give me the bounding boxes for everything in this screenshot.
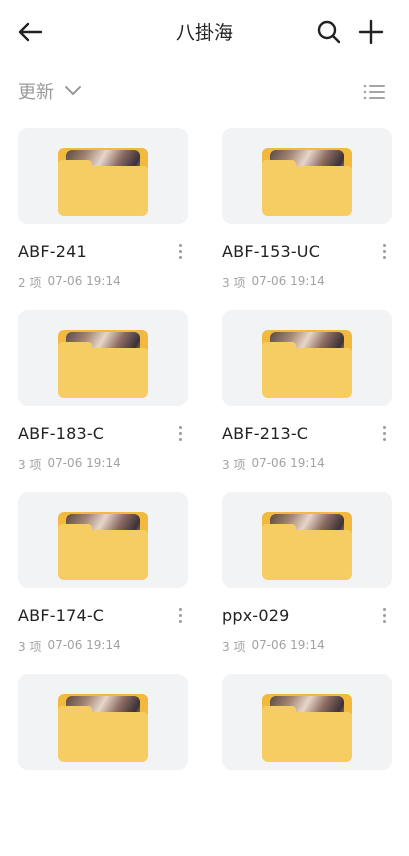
folder-name: ppx-029 [222, 605, 290, 625]
folder-meta: 3 项 07-06 19:14 [18, 638, 121, 655]
folder-name: ABF-241 [18, 241, 87, 261]
folder-item[interactable] [18, 674, 188, 856]
folder-name: ABF-174-C [18, 605, 105, 625]
item-count: 3 项 [222, 276, 246, 290]
folder-name: ABF-213-C [222, 423, 309, 443]
folder-item[interactable]: ppx-029 3 项 07-06 19:14 [222, 492, 392, 674]
item-count: 3 项 [18, 458, 42, 472]
more-vertical-icon[interactable] [172, 421, 188, 445]
plus-icon [358, 19, 384, 45]
folder-thumbnail[interactable] [222, 674, 392, 770]
more-vertical-icon[interactable] [376, 239, 392, 263]
folder-icon [262, 512, 352, 580]
folder-icon [58, 512, 148, 580]
updated-time: 07-06 19:14 [251, 456, 325, 470]
folder-name: ABF-183-C [18, 423, 105, 443]
folder-thumbnail[interactable] [222, 492, 392, 588]
folder-item[interactable]: ABF-174-C 3 项 07-06 19:14 [18, 492, 188, 674]
folder-icon [262, 148, 352, 216]
folder-meta: 3 项 07-06 19:14 [222, 638, 325, 655]
item-count: 2 项 [18, 276, 42, 290]
folder-item[interactable] [222, 674, 392, 856]
page-title: 八掛海 [175, 22, 233, 44]
sort-label: 更新 [18, 82, 54, 103]
folder-thumbnail[interactable] [18, 310, 188, 406]
folder-thumbnail[interactable] [18, 128, 188, 224]
more-vertical-icon[interactable] [376, 603, 392, 627]
sort-bar: 更新 [0, 62, 409, 118]
updated-time: 07-06 19:14 [47, 456, 121, 470]
folder-item[interactable]: ABF-153-UC 3 项 07-06 19:14 [222, 128, 392, 310]
updated-time: 07-06 19:14 [47, 638, 121, 652]
folder-icon [262, 694, 352, 762]
sort-dropdown[interactable]: 更新 [18, 78, 82, 104]
updated-time: 07-06 19:14 [47, 274, 121, 288]
more-vertical-icon[interactable] [376, 421, 392, 445]
folder-item[interactable]: ABF-183-C 3 项 07-06 19:14 [18, 310, 188, 492]
more-vertical-icon[interactable] [172, 603, 188, 627]
search-button[interactable] [313, 16, 345, 48]
more-vertical-icon[interactable] [172, 239, 188, 263]
folder-icon [58, 694, 148, 762]
folder-thumbnail[interactable] [18, 492, 188, 588]
folder-icon [262, 330, 352, 398]
folder-icon [58, 330, 148, 398]
folder-meta: 2 项 07-06 19:14 [18, 274, 121, 291]
item-count: 3 项 [222, 640, 246, 654]
folder-item[interactable]: ABF-213-C 3 项 07-06 19:14 [222, 310, 392, 492]
folder-thumbnail[interactable] [222, 128, 392, 224]
folder-icon [58, 148, 148, 216]
folder-meta: 3 项 07-06 19:14 [222, 274, 325, 291]
folder-meta: 3 项 07-06 19:14 [222, 456, 325, 473]
folder-item[interactable]: ABF-241 2 项 07-06 19:14 [18, 128, 188, 310]
updated-time: 07-06 19:14 [251, 274, 325, 288]
item-count: 3 项 [222, 458, 246, 472]
chevron-down-icon [65, 86, 81, 95]
updated-time: 07-06 19:14 [251, 638, 325, 652]
item-count: 3 项 [18, 640, 42, 654]
folder-meta: 3 项 07-06 19:14 [18, 456, 121, 473]
folder-thumbnail[interactable] [18, 674, 188, 770]
add-button[interactable] [355, 16, 387, 48]
folder-grid: ABF-241 2 项 07-06 19:14 ABF-153-UC 3 项 0… [18, 128, 392, 856]
folder-thumbnail[interactable] [222, 310, 392, 406]
top-bar: 八掛海 [0, 0, 409, 62]
search-icon [317, 20, 341, 44]
folder-name: ABF-153-UC [222, 241, 321, 261]
view-toggle-button[interactable] [359, 78, 389, 106]
list-view-icon [363, 84, 385, 100]
